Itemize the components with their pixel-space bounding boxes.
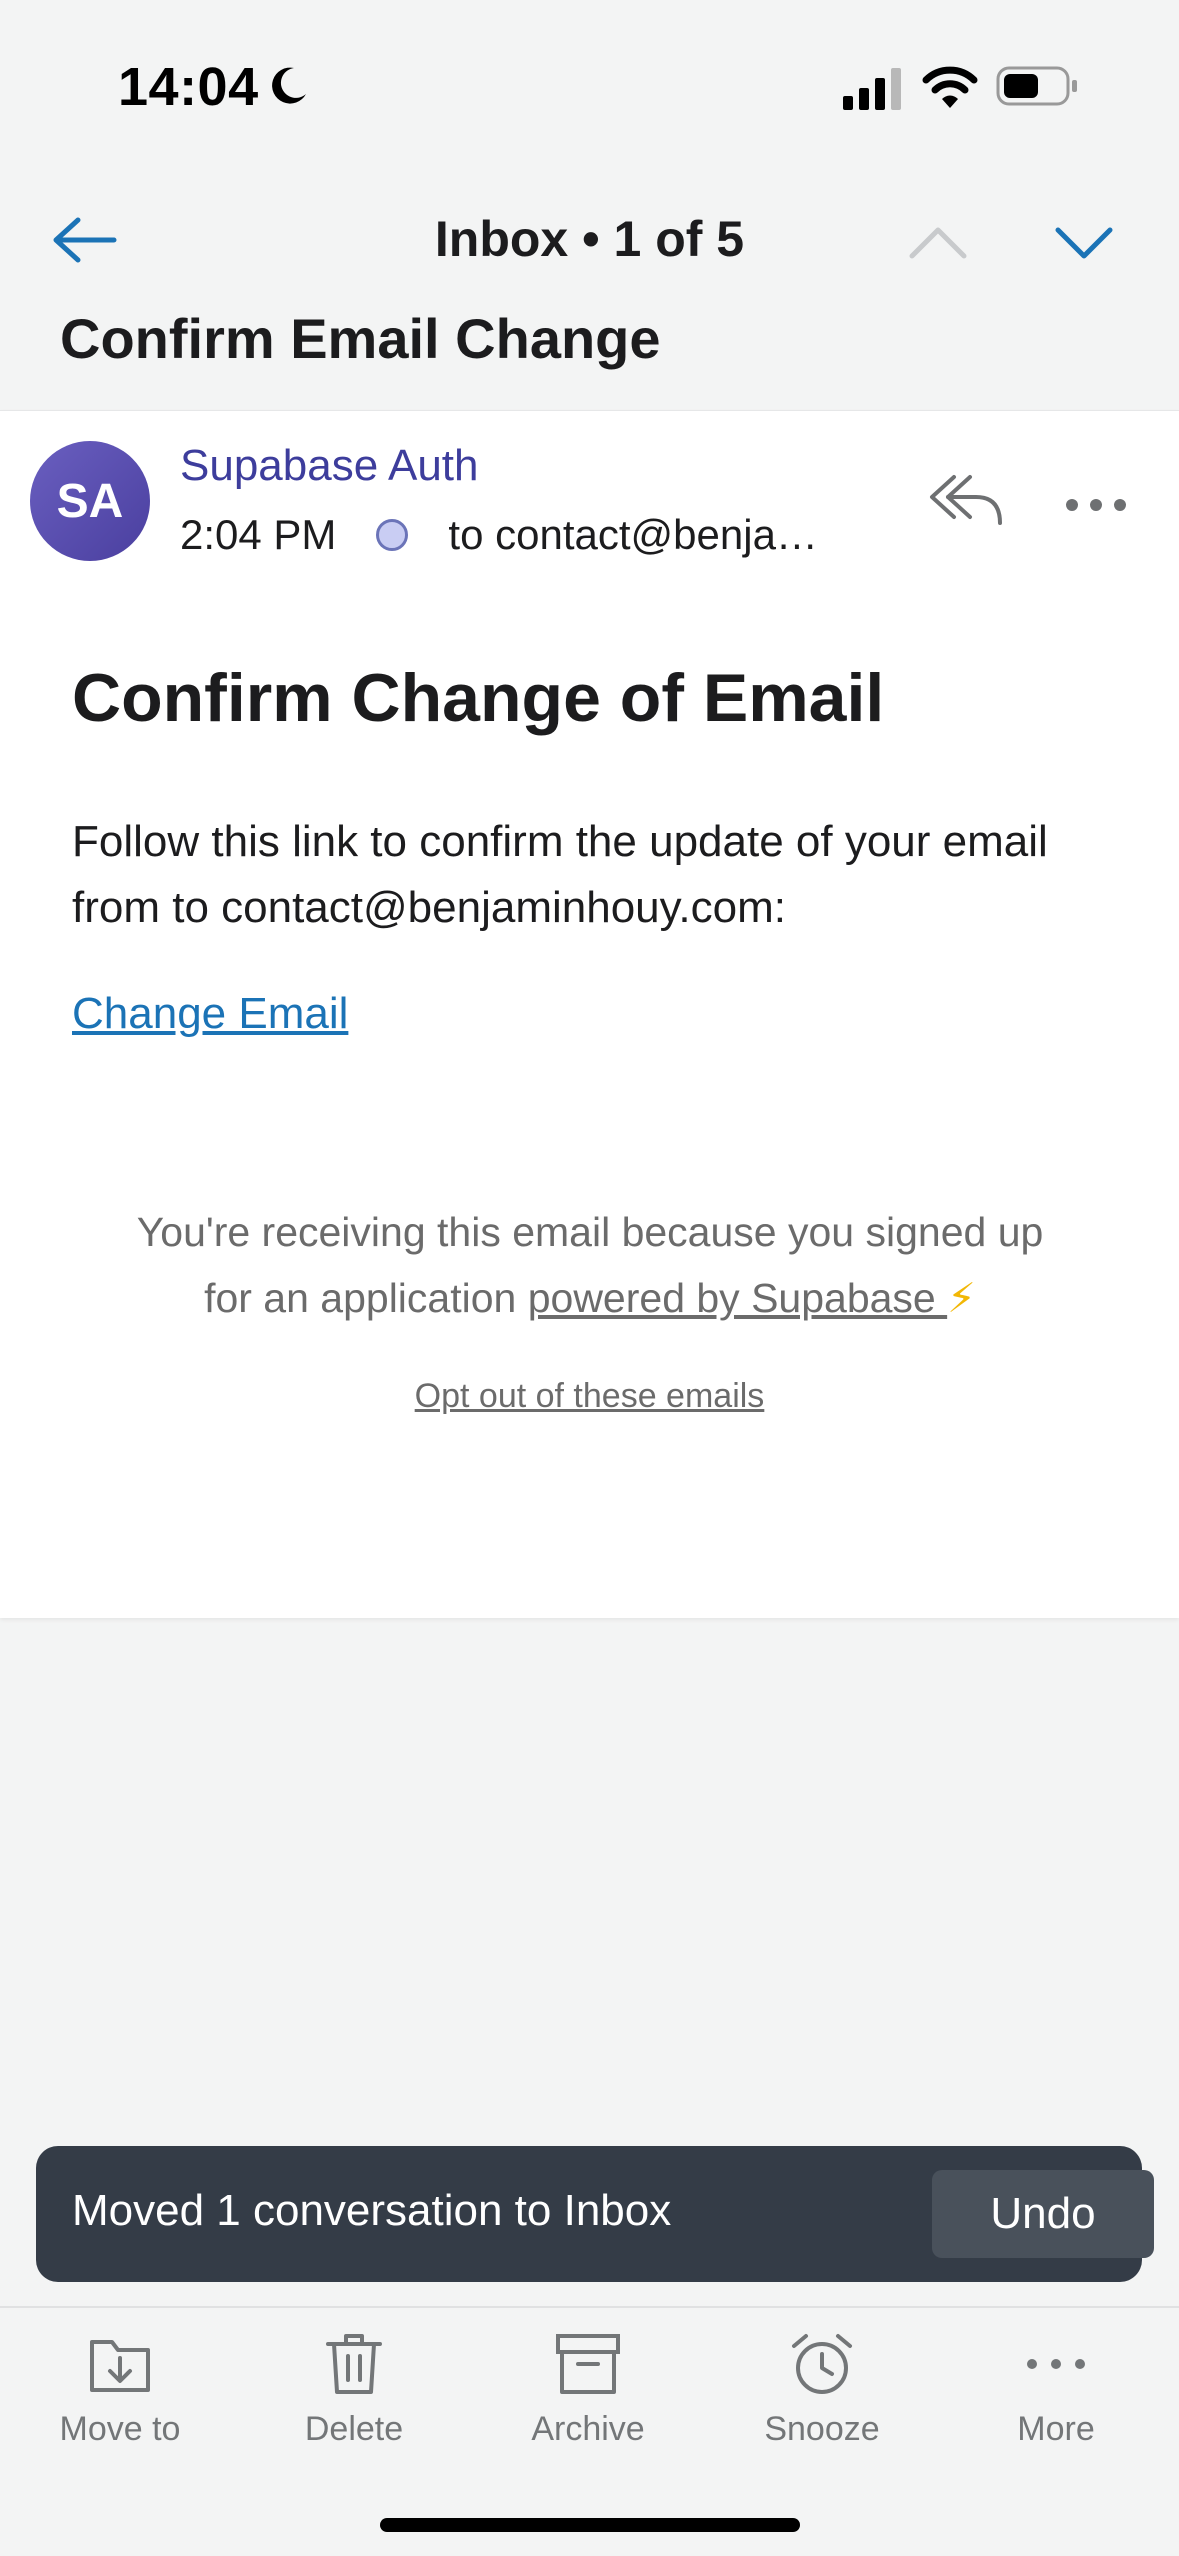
status-bar: 14:04 bbox=[0, 0, 1179, 170]
email-time: 2:04 PM bbox=[180, 511, 337, 558]
email-body-text: Follow this link to confirm the update o… bbox=[72, 817, 1048, 932]
delete-button[interactable]: Delete bbox=[254, 2328, 454, 2468]
toast-message: Moved 1 conversation to Inbox bbox=[72, 2186, 672, 2235]
moon-icon bbox=[272, 67, 306, 104]
wifi-icon bbox=[922, 66, 978, 108]
archive-label: Archive bbox=[531, 2410, 645, 2448]
more-dots-icon bbox=[1027, 2359, 1085, 2369]
toast-notification: Moved 1 conversation to Inbox Undo bbox=[36, 2146, 1154, 2282]
archive-button[interactable]: Archive bbox=[488, 2328, 688, 2468]
next-email-chevron-down-icon[interactable] bbox=[1052, 222, 1116, 262]
move-to-label: Move to bbox=[59, 2410, 181, 2448]
page-title: Inbox • 1 of 5 bbox=[434, 211, 745, 267]
previous-email-chevron-up-icon[interactable] bbox=[906, 222, 970, 262]
more-options-icon[interactable] bbox=[1064, 497, 1128, 513]
reply-all-icon[interactable] bbox=[926, 471, 1006, 527]
cellular-signal-icon bbox=[843, 68, 901, 110]
snooze-label: Snooze bbox=[764, 2410, 880, 2448]
alarm-clock-icon bbox=[792, 2334, 852, 2394]
email-screen: 14:04 Inbox • 1 of 5 Confirm Email Chang… bbox=[0, 0, 1179, 2556]
email-footer-text: You're receiving this email because you … bbox=[120, 1199, 1060, 1331]
lightning-bolt-emoji: ⚡ bbox=[947, 1275, 976, 1321]
unread-indicator-icon bbox=[376, 519, 409, 551]
email-message-card: SA Supabase Auth 2:04 PM to contact@benj… bbox=[0, 410, 1179, 1618]
delete-label: Delete bbox=[304, 2410, 404, 2448]
change-email-link[interactable]: Change Email bbox=[72, 989, 348, 1039]
email-subject: Confirm Email Change bbox=[60, 307, 661, 370]
avatar[interactable]: SA bbox=[30, 441, 150, 561]
more-button[interactable]: More bbox=[956, 2328, 1156, 2468]
opt-out-link[interactable]: Opt out of these emails bbox=[0, 1377, 1179, 1416]
archive-box-icon bbox=[556, 2334, 620, 2394]
undo-button[interactable]: Undo bbox=[932, 2170, 1154, 2258]
home-indicator[interactable] bbox=[380, 2518, 800, 2532]
email-body-heading: Confirm Change of Email bbox=[72, 660, 885, 736]
status-time: 14:04 bbox=[118, 57, 259, 117]
more-label: More bbox=[1017, 2410, 1095, 2448]
move-to-button[interactable]: Move to bbox=[20, 2328, 220, 2468]
trash-icon bbox=[326, 2334, 382, 2394]
powered-by-supabase-link[interactable]: powered by Supabase bbox=[528, 1275, 947, 1321]
move-to-icon bbox=[90, 2340, 150, 2392]
sender-name[interactable]: Supabase Auth bbox=[180, 441, 478, 491]
snooze-button[interactable]: Snooze bbox=[722, 2328, 922, 2468]
battery-icon bbox=[996, 66, 1077, 106]
email-meta-row: 2:04 PM to contact@benja… bbox=[180, 507, 818, 563]
recipient-line[interactable]: to contact@benja… bbox=[448, 511, 818, 559]
